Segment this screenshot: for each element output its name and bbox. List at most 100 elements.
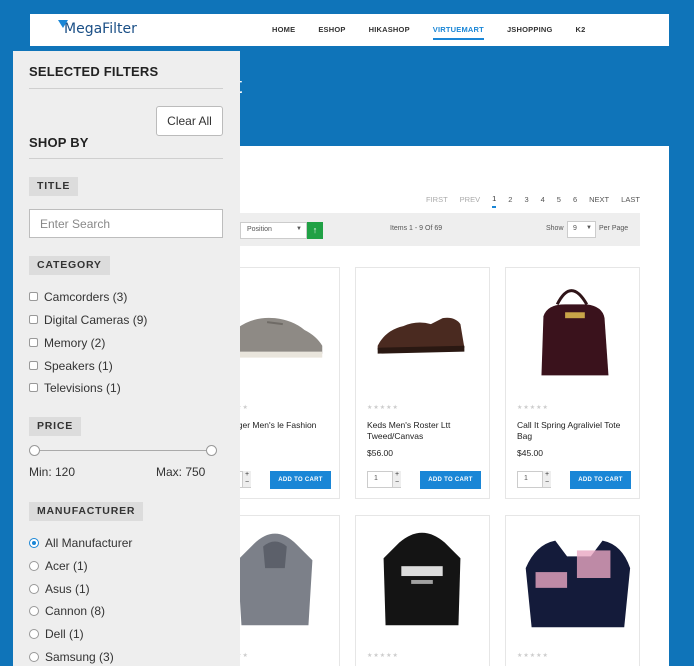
page-number[interactable]: 2 [508,195,512,204]
product-card[interactable]: ★★★★★ Keds Men's Roster Ltt Tweed/Canvas… [355,267,490,499]
add-to-cart-button[interactable]: ADD TO CART [420,471,481,489]
checkbox[interactable] [29,338,38,348]
add-to-cart-button[interactable]: ADD TO CART [270,471,331,489]
add-to-cart-button[interactable]: ADD TO CART [570,471,631,489]
category-option[interactable]: Televisions (1) [29,381,121,395]
manufacturer-option[interactable]: All Manufacturer [29,536,132,550]
product-card[interactable]: ★★★★★ Call It Spring Agraliviel Tote Bag… [505,267,640,499]
product-name[interactable]: Call It Spring Agraliviel Tote Bag [517,420,637,442]
increment-icon[interactable]: + [542,471,551,479]
manufacturer-option-label: Dell (1) [45,627,84,641]
quantity-stepper[interactable]: + − [542,471,551,488]
price-slider-track[interactable] [35,450,212,451]
checkbox[interactable] [29,383,38,393]
category-option-label: Memory (2) [44,336,106,350]
product-image-black-oakley-hoodie[interactable] [356,516,489,641]
radio[interactable] [29,628,39,639]
checkbox[interactable] [29,361,38,371]
items-count: Items 1 - 9 Of 69 [390,225,443,232]
logo-icon [58,20,68,28]
pagination: FIRST PREV 1 2 3 4 5 6 NEXT LAST [426,190,652,208]
radio[interactable] [29,651,39,662]
price-min-handle[interactable] [29,445,40,456]
decrement-icon[interactable]: − [242,479,251,487]
manufacturer-option-label: Acer (1) [45,559,88,573]
page-number[interactable]: 1 [492,194,497,208]
decrement-icon[interactable]: − [542,479,551,487]
nav-item-home[interactable]: HOME [272,14,295,46]
divider [29,88,223,89]
manufacturer-option[interactable]: Samsung (3) [29,650,114,664]
quantity-stepper[interactable]: + − [242,471,251,488]
manufacturer-option[interactable]: Asus (1) [29,582,90,596]
manufacturer-option[interactable]: Cannon (8) [29,604,105,618]
product-image-brown-oxford-shoe[interactable] [356,268,489,393]
manufacturer-filter-label: MANUFACTURER [29,502,144,521]
rating-stars: ★★★★★ [517,405,549,411]
product-card[interactable]: ★★★★★ [355,515,490,666]
manufacturer-option[interactable]: Dell (1) [29,627,84,641]
page-last[interactable]: LAST [621,195,640,204]
product-name[interactable]: Keds Men's Roster Ltt Tweed/Canvas [367,420,487,442]
logo-text: MegaFilter [64,21,137,37]
product-image-bts-sweatshirt[interactable] [506,516,639,641]
price-max-handle[interactable] [206,445,217,456]
product-image-leather-backpack[interactable] [506,268,639,393]
sort-select[interactable]: Position ▼ [240,222,307,239]
category-option[interactable]: Memory (2) [29,336,105,350]
increment-icon[interactable]: + [242,471,251,479]
page-number[interactable]: 5 [557,195,561,204]
nav-item-k2[interactable]: K2 [576,14,586,46]
page-next[interactable]: NEXT [589,195,609,204]
category-option-label: Televisions (1) [44,381,121,395]
title-filter-label: TITLE [29,177,79,196]
nav-item-virtuemart[interactable]: VIRTUEMART [432,14,485,46]
increment-icon[interactable]: + [392,471,401,479]
category-option-label: Camcorders (3) [44,290,128,304]
search-input[interactable] [29,209,223,238]
page-prev[interactable]: PREV [460,195,480,204]
product-price: $56.00 [367,448,393,458]
category-option[interactable]: Speakers (1) [29,359,113,373]
filter-panel: SELECTED FILTERS Clear All SHOP BY TITLE… [13,51,240,666]
page-first[interactable]: FIRST [426,195,448,204]
shop-by-heading: SHOP BY [29,135,89,150]
rating-stars: ★★★★★ [367,405,399,411]
price-min-label: Min: 120 [29,465,76,479]
manufacturer-option-label: Asus (1) [45,582,90,596]
page-number[interactable]: 3 [524,195,528,204]
price-filter-label: PRICE [29,417,82,436]
nav-item-jshopping[interactable]: JSHOPPING [507,14,553,46]
category-filter-label: CATEGORY [29,256,110,275]
product-price: $45.00 [517,448,543,458]
category-option[interactable]: Camcorders (3) [29,290,127,304]
quantity-stepper[interactable]: + − [392,471,401,488]
logo[interactable]: MegaFilter [58,20,137,37]
chevron-down-icon: ▼ [586,225,592,231]
per-page-select[interactable]: 9 ▼ [567,221,596,238]
sort-direction-button[interactable]: ↑ [307,222,323,239]
checkbox[interactable] [29,292,38,302]
manufacturer-option-label: All Manufacturer [45,536,133,550]
nav-item-hikashop[interactable]: HIKASHOP [369,14,410,46]
radio-selected[interactable] [29,537,39,548]
checkbox[interactable] [29,315,38,325]
manufacturer-option[interactable]: Acer (1) [29,559,88,573]
top-nav-bar: MegaFilter HOME ESHOP HIKASHOP VIRTUEMAR… [30,14,669,46]
page-number[interactable]: 6 [573,195,577,204]
radio[interactable] [29,560,39,571]
product-toolbar: Position ▼ ↑ Items 1 - 9 Of 69 Show 9 ▼ … [240,213,640,246]
decrement-icon[interactable]: − [392,479,401,487]
product-card[interactable]: ★★★★★ [505,515,640,666]
chevron-down-icon: ▼ [296,226,302,232]
radio[interactable] [29,583,39,594]
manufacturer-option-label: Cannon (8) [45,604,106,618]
nav-item-eshop[interactable]: ESHOP [318,14,345,46]
main-nav: HOME ESHOP HIKASHOP VIRTUEMART JSHOPPING… [272,14,609,46]
page-number[interactable]: 4 [541,195,545,204]
manufacturer-option-label: Samsung (3) [45,650,114,664]
category-option-label: Digital Cameras (9) [44,313,148,327]
category-option[interactable]: Digital Cameras (9) [29,313,147,327]
clear-all-button[interactable]: Clear All [156,106,223,136]
radio[interactable] [29,605,39,616]
